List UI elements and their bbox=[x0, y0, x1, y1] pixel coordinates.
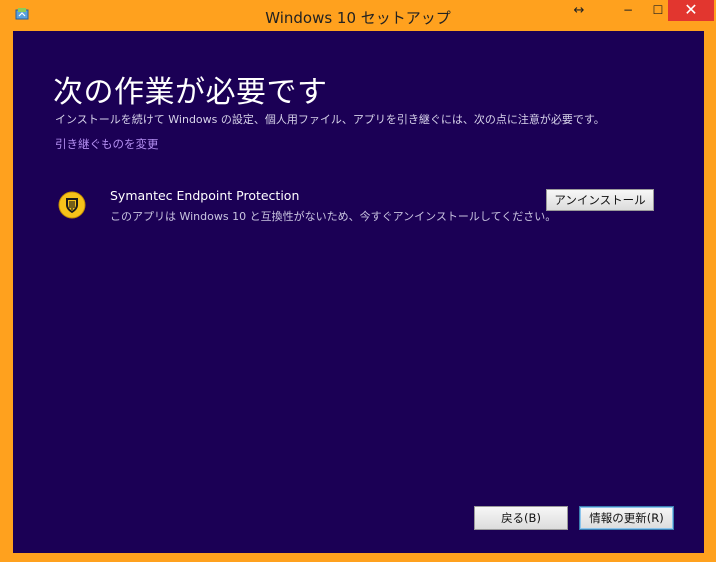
close-button[interactable]: ✕ bbox=[668, 0, 714, 21]
page-subtitle: インストールを続けて Windows の設定、個人用ファイル、アプリを引き継ぐに… bbox=[55, 113, 605, 126]
refresh-button[interactable]: 情報の更新(R) bbox=[579, 506, 674, 530]
setup-window: Windows 10 セットアップ ↔ − ☐ ✕ 次の作業が必要です インスト… bbox=[0, 0, 716, 562]
window-title: Windows 10 セットアップ bbox=[265, 9, 451, 27]
uninstall-button[interactable]: アンインストール bbox=[546, 189, 654, 211]
change-what-to-keep-link[interactable]: 引き継ぐものを変更 bbox=[55, 136, 159, 152]
minimize-button[interactable]: − bbox=[613, 0, 643, 21]
symantec-shield-icon bbox=[58, 191, 86, 219]
title-bar[interactable]: Windows 10 セットアップ ↔ − ☐ ✕ bbox=[0, 0, 716, 31]
back-button[interactable]: 戻る(B) bbox=[474, 506, 568, 530]
content-panel: 次の作業が必要です インストールを続けて Windows の設定、個人用ファイル… bbox=[13, 31, 704, 553]
page-title: 次の作業が必要です bbox=[53, 75, 328, 110]
app-description: このアプリは Windows 10 と互換性がないため、今すぐアンインストールし… bbox=[110, 210, 557, 223]
resize-icon[interactable]: ↔ bbox=[566, 0, 592, 21]
app-name: Symantec Endpoint Protection bbox=[110, 188, 300, 203]
